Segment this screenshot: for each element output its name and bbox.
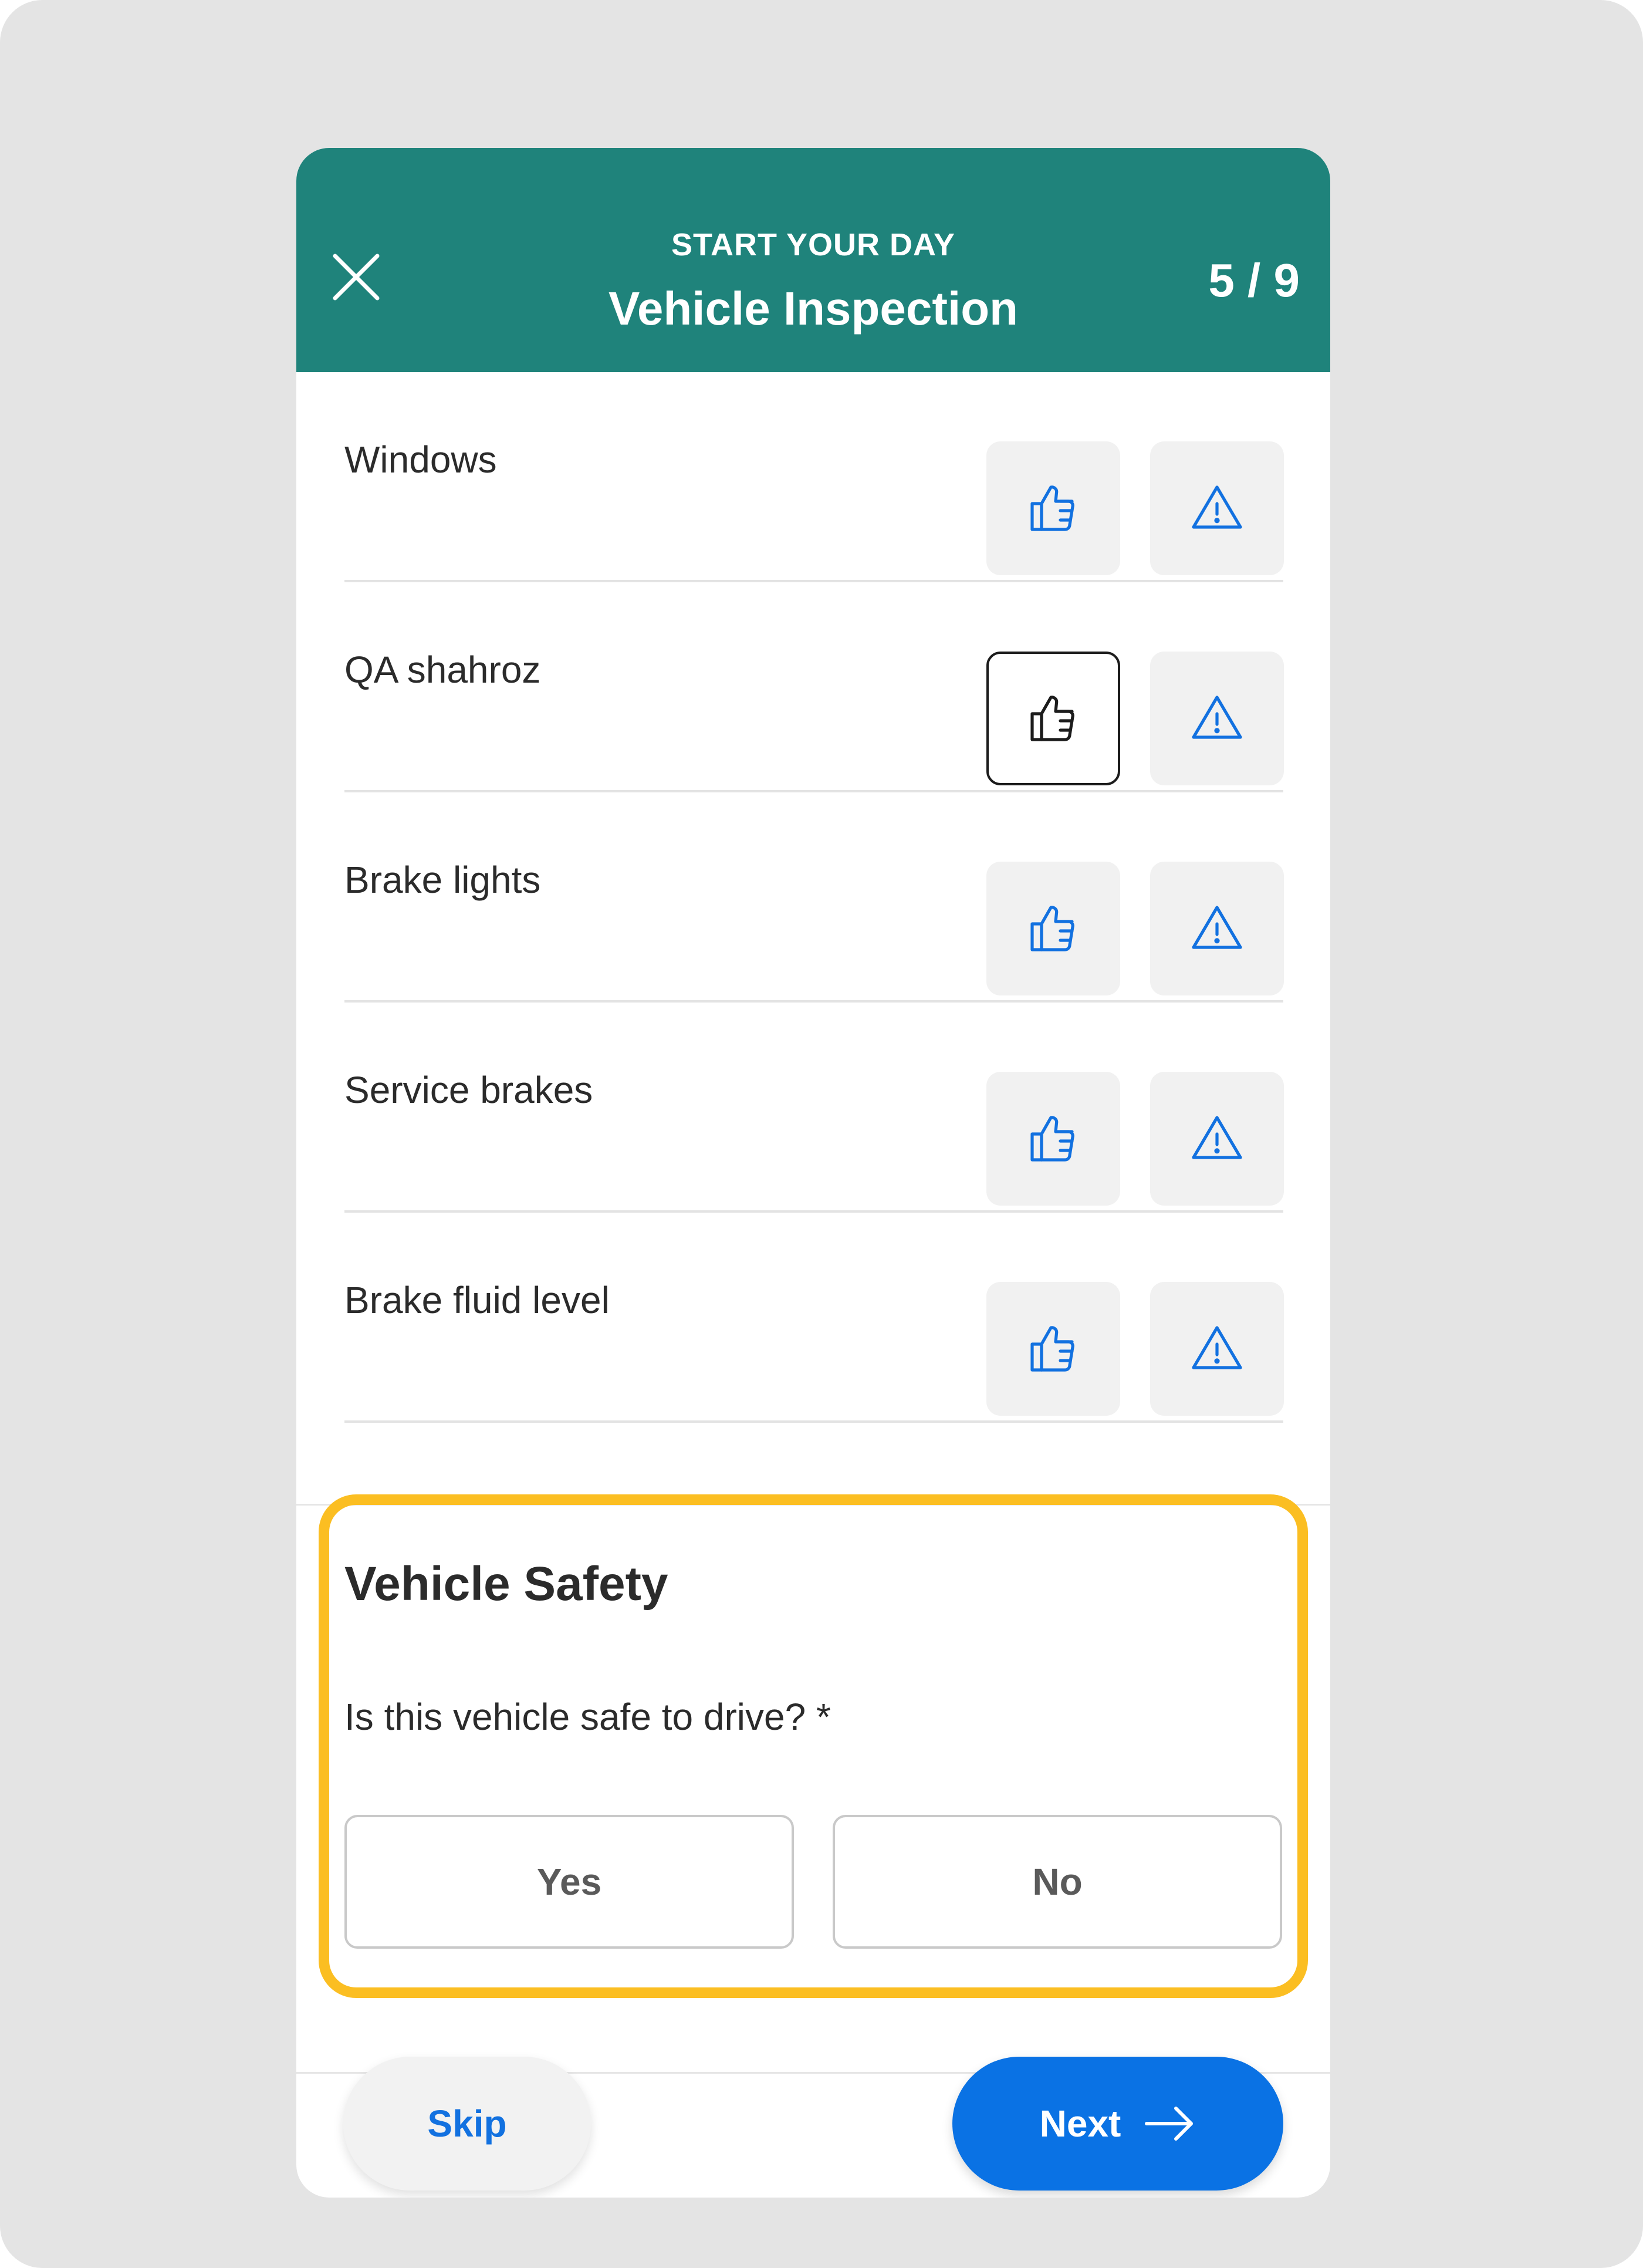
next-label: Next: [1039, 2102, 1121, 2145]
item-label: Service brakes: [344, 1069, 593, 1111]
item-label: QA shahroz: [344, 649, 541, 691]
skip-label: Skip: [427, 2102, 507, 2145]
list-item: Service brakes: [344, 1003, 1284, 1213]
no-button[interactable]: No: [833, 1815, 1282, 1949]
header-bar: START YOUR DAY Vehicle Inspection 5 / 9: [296, 148, 1330, 372]
header-eyebrow: START YOUR DAY: [671, 227, 956, 262]
warning-triangle-icon: [1192, 906, 1242, 949]
warning-triangle-icon: [1192, 1116, 1242, 1159]
thumbs-up-icon: [1030, 1326, 1074, 1372]
inspection-screen: START YOUR DAY Vehicle Inspection 5 / 9 …: [296, 148, 1330, 2198]
item-label: Windows: [344, 438, 497, 481]
list-item: Brake lights: [344, 792, 1284, 1003]
thumbs-up-button[interactable]: [986, 1282, 1120, 1416]
warning-triangle-icon: [1192, 696, 1242, 739]
warning-triangle-icon: [1192, 1326, 1242, 1369]
thumbs-up-icon: [1030, 696, 1074, 741]
report-issue-button[interactable]: [1150, 862, 1284, 995]
thumbs-up-button[interactable]: [986, 1072, 1120, 1206]
report-issue-button[interactable]: [1150, 441, 1284, 575]
thumbs-up-icon: [1030, 906, 1074, 951]
item-label: Brake lights: [344, 859, 541, 901]
item-label: Brake fluid level: [344, 1279, 610, 1321]
thumbs-up-icon: [1030, 1116, 1074, 1162]
report-issue-button[interactable]: [1150, 1282, 1284, 1416]
warning-triangle-icon: [1192, 485, 1242, 529]
yes-button[interactable]: Yes: [344, 1815, 794, 1949]
next-button[interactable]: Next: [952, 2057, 1283, 2191]
skip-button[interactable]: Skip: [343, 2057, 591, 2191]
report-issue-button[interactable]: [1150, 652, 1284, 785]
thumbs-up-icon: [1030, 485, 1074, 531]
list-item: Brake fluid level: [344, 1213, 1284, 1423]
section-title: Vehicle Safety: [344, 1557, 668, 1611]
arrow-right-icon: [1145, 2107, 1194, 2141]
list-item: Windows: [344, 372, 1284, 582]
safety-question: Is this vehicle safe to drive? *: [344, 1696, 831, 1738]
report-issue-button[interactable]: [1150, 1072, 1284, 1206]
thumbs-up-button[interactable]: [986, 652, 1120, 785]
page-title: Vehicle Inspection: [608, 282, 1018, 335]
step-counter: 5 / 9: [1208, 254, 1300, 306]
thumbs-up-button[interactable]: [986, 862, 1120, 995]
thumbs-up-button[interactable]: [986, 441, 1120, 575]
list-item: QA shahroz: [344, 582, 1284, 792]
